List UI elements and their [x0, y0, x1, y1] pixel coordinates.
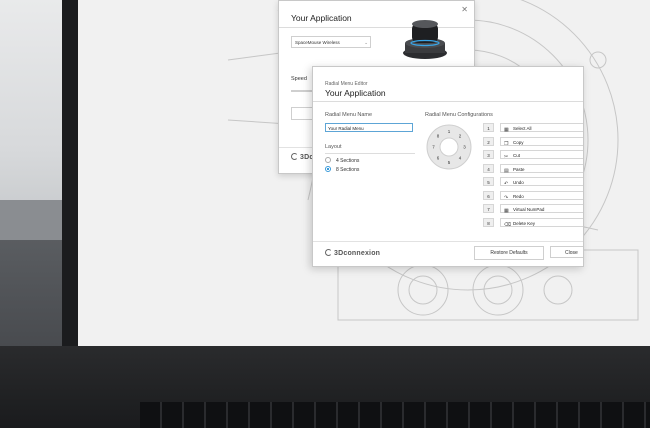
- action-select-8[interactable]: ⌫ Delete Key: [500, 217, 583, 228]
- action-select-4[interactable]: ▤ Paste: [500, 163, 583, 174]
- slot-number: 5: [483, 177, 494, 186]
- action-select-7[interactable]: ▦ Virtual NumPad: [500, 204, 583, 214]
- slot-number: 6: [483, 190, 494, 200]
- paste-icon: ▤: [504, 167, 509, 174]
- action-label: Paste: [513, 166, 525, 172]
- slot-number: 7: [483, 204, 494, 213]
- slot-number: 3: [483, 150, 494, 159]
- device-select-value: SpaceMouse Wireless: [295, 40, 340, 45]
- configurations-label: Radial Menu Configurations: [425, 112, 493, 118]
- close-button[interactable]: Close: [550, 246, 583, 258]
- action-select-3[interactable]: ✂ Cut: [500, 150, 583, 160]
- radial-menu-name-input[interactable]: Your Radial Menu: [325, 123, 413, 132]
- slot-number: 1: [483, 123, 494, 132]
- redo-icon: ↷: [504, 194, 509, 201]
- window-title: Your Application: [291, 13, 352, 23]
- layout-option-4[interactable]: 4 Sections: [325, 157, 359, 164]
- divider: [325, 153, 415, 154]
- close-icon[interactable]: ✕: [461, 5, 468, 14]
- brand-mark-icon: [291, 153, 298, 160]
- delete-icon: ⌫: [504, 221, 512, 228]
- divider: [313, 241, 583, 242]
- radial-menu-editor-window: Radial Menu Editor Your Application Radi…: [312, 66, 584, 267]
- action-label: Copy: [513, 139, 524, 145]
- brand-logo: 3Dconnexion: [325, 249, 380, 257]
- photo-background: Your Application ✕ SpaceMouse Wireless ⌄…: [0, 0, 650, 428]
- action-label: Undo: [513, 180, 524, 185]
- divider: [313, 101, 583, 102]
- window-title: Your Application: [325, 88, 386, 98]
- slot-number: 4: [483, 163, 494, 173]
- layout-label: Layout: [325, 144, 342, 150]
- restore-defaults-button[interactable]: Restore Defaults: [474, 246, 544, 260]
- grid-icon: ▦: [504, 127, 509, 133]
- action-label: Delete Key: [513, 220, 536, 226]
- radial-wheel-diagram: 12345678: [426, 124, 472, 170]
- action-label: Select All: [513, 126, 532, 131]
- chevron-down-icon: ⌄: [364, 40, 368, 45]
- keyboard-keys: [140, 402, 650, 428]
- action-label: Virtual NumPad: [513, 207, 545, 212]
- layout-option-8[interactable]: 8 Sections: [325, 166, 359, 173]
- device-select[interactable]: SpaceMouse Wireless ⌄: [291, 36, 371, 48]
- speed-label: Speed: [291, 76, 307, 82]
- action-label: Cut: [513, 153, 521, 158]
- action-select-2[interactable]: ❐ Copy: [500, 136, 583, 147]
- radial-menu-name-label: Radial Menu Name: [325, 112, 373, 118]
- radio-selected-icon: [325, 166, 331, 172]
- action-select-6[interactable]: ↷ Redo: [500, 190, 583, 201]
- slot-number: 8: [483, 217, 494, 227]
- action-select-5[interactable]: ↶ Undo: [500, 177, 583, 187]
- scissors-icon: ✂: [504, 154, 509, 160]
- numpad-icon: ▦: [504, 208, 509, 214]
- copy-icon: ❐: [504, 140, 509, 147]
- undo-icon: ↶: [504, 181, 509, 187]
- action-label: Redo: [513, 193, 524, 199]
- radio-icon: [325, 157, 331, 163]
- action-select-1[interactable]: ▦ Select All: [500, 123, 583, 133]
- slot-number: 2: [483, 136, 494, 146]
- spacemouse-device-image: [403, 20, 447, 59]
- window-subtitle: Radial Menu Editor: [325, 81, 368, 87]
- brand-mark-icon: [325, 249, 332, 256]
